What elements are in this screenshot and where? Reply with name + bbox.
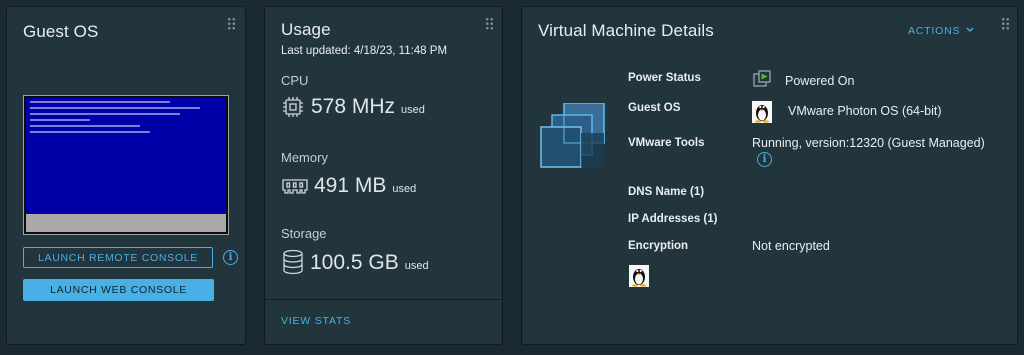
memory-value: 491 MB	[314, 174, 387, 197]
cpu-icon	[281, 95, 305, 119]
linux-tux-icon	[752, 101, 772, 128]
guest-os-value: VMware Photon OS (64-bit)	[788, 104, 942, 118]
storage-icon	[281, 249, 305, 275]
console-screen	[26, 98, 226, 214]
ip-addresses-label[interactable]: IP Addresses (1)	[628, 213, 717, 225]
vm-stack-icon	[540, 102, 606, 174]
divider	[265, 299, 502, 300]
actions-dropdown[interactable]: ACTIONS	[908, 24, 974, 37]
guest-os-label: Guest OS	[628, 102, 681, 114]
grip-icon[interactable]	[485, 17, 494, 31]
card-title: Usage	[281, 20, 331, 39]
power-on-icon	[753, 70, 771, 93]
storage-value: 100.5 GB	[310, 251, 399, 274]
memory-unit: used	[392, 183, 417, 195]
memory-metric: 491 MB used	[281, 174, 416, 198]
vm-details-card: Virtual Machine Details ACTIONS Power St…	[521, 6, 1018, 345]
last-updated: Last updated: 4/18/23, 11:48 PM	[281, 45, 448, 57]
card-title: Guest OS	[23, 22, 99, 41]
encryption-value: Not encrypted	[752, 239, 830, 253]
info-icon[interactable]: i	[223, 250, 238, 265]
vmware-tools-value: Running, version:12320 (Guest Managed)	[752, 136, 985, 150]
cpu-unit: used	[401, 104, 425, 116]
cpu-label: CPU	[281, 73, 309, 88]
card-title: Virtual Machine Details	[538, 21, 714, 40]
power-status-label: Power Status	[628, 72, 701, 84]
guest-os-card: Guest OS LAUNCH REMOTE CONSOLE i LAUNCH …	[6, 6, 246, 345]
dns-name-label[interactable]: DNS Name (1)	[628, 186, 704, 198]
storage-label: Storage	[281, 226, 327, 241]
storage-unit: used	[404, 260, 429, 272]
power-status-value: Powered On	[785, 74, 855, 88]
memory-label: Memory	[281, 150, 328, 165]
cpu-metric: 578 MHz used	[281, 95, 425, 119]
usage-card: Usage Last updated: 4/18/23, 11:48 PM CP…	[264, 6, 503, 345]
grip-icon[interactable]	[1001, 17, 1010, 31]
actions-label: ACTIONS	[908, 25, 961, 37]
cpu-value: 578 MHz	[311, 95, 396, 118]
view-stats-link[interactable]: VIEW STATS	[281, 315, 351, 327]
console-status-bar	[26, 214, 226, 232]
chevron-down-icon	[966, 24, 974, 36]
encryption-label: Encryption	[628, 240, 689, 252]
launch-web-console-button[interactable]: LAUNCH WEB CONSOLE	[23, 279, 214, 301]
storage-metric: 100.5 GB used	[281, 249, 429, 275]
console-thumbnail[interactable]	[23, 95, 229, 235]
memory-icon	[281, 176, 309, 198]
linux-tux-icon	[629, 265, 649, 292]
launch-remote-console-button[interactable]: LAUNCH REMOTE CONSOLE	[23, 247, 213, 268]
vmware-tools-label: VMware Tools	[628, 137, 705, 149]
info-icon[interactable]: i	[757, 152, 772, 167]
grip-icon[interactable]	[227, 17, 236, 31]
